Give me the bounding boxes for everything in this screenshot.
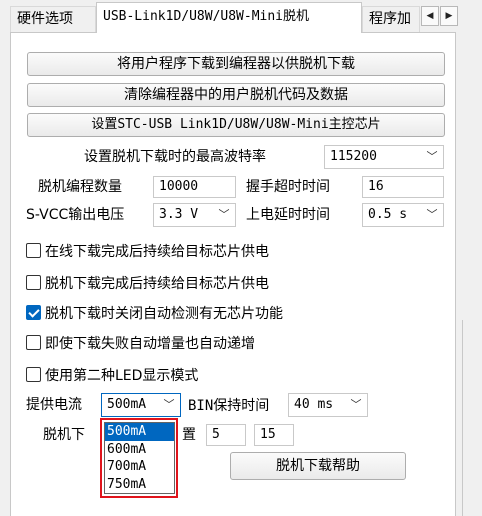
checkbox-icon[interactable] bbox=[26, 275, 41, 290]
option-750ma[interactable]: 750mA bbox=[105, 476, 174, 494]
checkbox-offline-power[interactable]: 脱机下载完成后持续给目标芯片供电 bbox=[26, 272, 269, 296]
checkbox-led-mode[interactable]: 使用第二种LED显示模式 bbox=[26, 364, 198, 388]
bin-hold-time-value: 40 ms bbox=[294, 397, 334, 412]
checkbox-label: 使用第二种LED显示模式 bbox=[45, 368, 199, 384]
option-500ma[interactable]: 500mA bbox=[105, 423, 174, 441]
tab-scroll-left-icon[interactable]: ◀ bbox=[421, 6, 439, 26]
supply-current-label: 提供电流 bbox=[26, 397, 82, 413]
checkbox-label: 脱机下载时关闭自动检测有无芯片功能 bbox=[45, 306, 283, 322]
baud-label: 设置脱机下载时的最高波特率 bbox=[84, 149, 266, 165]
supply-current-option-list: 500mA 600mA 700mA 750mA bbox=[104, 422, 175, 494]
offline-count-input[interactable]: 10000 bbox=[153, 176, 236, 198]
checkbox-disable-chip-detect[interactable]: 脱机下载时关闭自动检测有无芯片功能 bbox=[26, 302, 283, 326]
set-master-chip-button[interactable]: 设置STC-USB Link1D/U8W/U8W-Mini主控芯片 bbox=[27, 113, 445, 137]
download-user-program-button[interactable]: 将用户程序下载到编程器以供脱机下载 bbox=[27, 52, 445, 76]
tab-scroll-right-icon[interactable]: ▶ bbox=[440, 6, 458, 26]
offline-setting-input-a[interactable]: 5 bbox=[206, 424, 246, 446]
checkbox-icon[interactable] bbox=[26, 367, 41, 382]
checkbox-icon[interactable] bbox=[26, 243, 41, 258]
svcc-voltage-label: S-VCC输出电压 bbox=[26, 207, 125, 223]
offline-count-label: 脱机编程数量 bbox=[38, 179, 122, 195]
offline-setting-input-b[interactable]: 15 bbox=[254, 424, 294, 446]
check-icon[interactable] bbox=[26, 305, 41, 320]
supply-current-select[interactable]: 500mA ﹀ bbox=[101, 393, 181, 417]
tab-strip: 硬件选项 USB-Link1D/U8W/U8W-Mini脱机 程序加 ◀ ▶ bbox=[0, 0, 482, 33]
chevron-down-icon: ﹀ bbox=[218, 208, 230, 221]
clear-user-code-button[interactable]: 清除编程器中的用户脱机代码及数据 bbox=[27, 83, 445, 107]
checkbox-auto-increment[interactable]: 即使下载失败自动增量也自动递增 bbox=[26, 332, 255, 356]
chevron-down-icon: ﹀ bbox=[163, 398, 175, 411]
bin-hold-time-select[interactable]: 40 ms ﹀ bbox=[288, 393, 368, 417]
chevron-down-icon: ﹀ bbox=[426, 150, 438, 163]
checkbox-icon[interactable] bbox=[26, 335, 41, 350]
supply-current-value: 500mA bbox=[107, 397, 147, 412]
bin-hold-time-label: BIN保持时间 bbox=[188, 398, 270, 414]
power-on-delay-select[interactable]: 0.5 s ﹀ bbox=[362, 203, 444, 227]
checkbox-online-power[interactable]: 在线下载完成后持续给目标芯片供电 bbox=[26, 240, 269, 264]
checkbox-label: 在线下载完成后持续给目标芯片供电 bbox=[45, 244, 269, 260]
option-700ma[interactable]: 700mA bbox=[105, 458, 174, 476]
handshake-timeout-label: 握手超时时间 bbox=[246, 179, 330, 195]
option-600ma[interactable]: 600mA bbox=[105, 441, 174, 459]
checkbox-label: 脱机下载完成后持续给目标芯片供电 bbox=[45, 276, 269, 292]
offline-setting-label-right: 置 bbox=[182, 427, 196, 443]
offline-help-button[interactable]: 脱机下载帮助 bbox=[230, 452, 406, 480]
tab-usb-link-offline[interactable]: USB-Link1D/U8W/U8W-Mini脱机 bbox=[96, 2, 362, 33]
baud-select[interactable]: 115200 ﹀ bbox=[324, 145, 444, 169]
checkbox-label: 即使下载失败自动增量也自动递增 bbox=[45, 336, 255, 352]
svcc-voltage-value: 3.3 V bbox=[159, 207, 199, 222]
right-panel-edge bbox=[462, 320, 482, 516]
tab-hardware-options[interactable]: 硬件选项 bbox=[10, 6, 96, 32]
chevron-down-icon: ﹀ bbox=[426, 208, 438, 221]
offline-setting-label-left: 脱机下 bbox=[43, 427, 85, 443]
handshake-timeout-input[interactable]: 16 bbox=[362, 176, 444, 198]
power-on-delay-value: 0.5 s bbox=[368, 207, 408, 222]
chevron-down-icon: ﹀ bbox=[350, 398, 362, 411]
power-on-delay-label: 上电延时时间 bbox=[246, 207, 330, 223]
supply-current-dropdown-highlight: 500mA 600mA 700mA 750mA bbox=[100, 418, 178, 498]
tab-program-encrypt[interactable]: 程序加 bbox=[362, 6, 420, 32]
baud-value: 115200 bbox=[330, 149, 377, 164]
svcc-voltage-select[interactable]: 3.3 V ﹀ bbox=[153, 203, 236, 227]
